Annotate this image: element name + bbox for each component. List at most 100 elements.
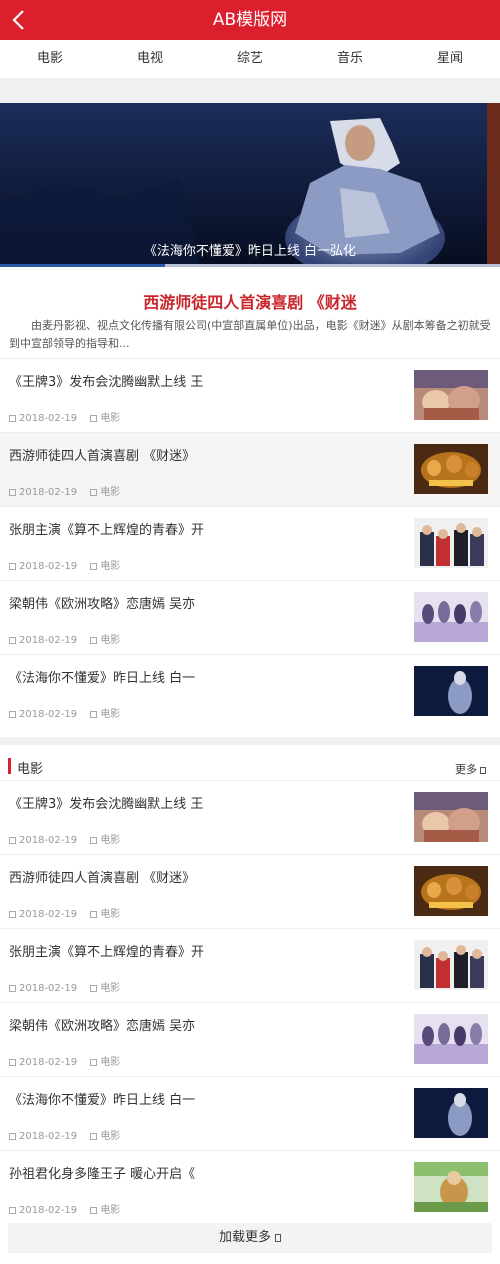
top-bar: AB模版网 bbox=[0, 0, 500, 40]
headline-description: 由麦丹影视、视点文化传播有限公司(中宣部直属单位)出品，电影《财迷》从剧本筹备之… bbox=[9, 319, 491, 350]
news-thumbnail bbox=[414, 792, 488, 842]
news-category: 电影 bbox=[100, 561, 121, 572]
news-title: 《法海你不懂爱》昨日上线 白一 bbox=[9, 1093, 196, 1108]
news-meta: 2018-02-19 电影 bbox=[9, 1053, 130, 1068]
news-meta: 2018-02-19 电影 bbox=[9, 905, 130, 920]
news-date: 2018-02-19 bbox=[19, 1205, 78, 1216]
news-meta: 2018-02-19 电影 bbox=[9, 1201, 130, 1216]
clock-icon bbox=[9, 837, 16, 844]
list-item[interactable]: 西游师徒四人首演喜剧 《财迷》 2018-02-19 电影 bbox=[0, 432, 500, 506]
news-title: 西游师徒四人首演喜剧 《财迷》 bbox=[9, 449, 196, 464]
clock-icon bbox=[9, 1059, 16, 1066]
news-category: 电影 bbox=[100, 983, 121, 994]
news-title: 《王牌3》发布会沈腾幽默上线 王 bbox=[9, 797, 204, 812]
arrow-right-icon bbox=[480, 767, 486, 774]
news-date: 2018-02-19 bbox=[19, 487, 78, 498]
headline-title[interactable]: 西游师徒四人首演喜剧 《财迷 bbox=[0, 289, 500, 313]
news-date: 2018-02-19 bbox=[19, 635, 78, 646]
news-title: 孙祖君化身多隆王子 暖心开启《 bbox=[9, 1167, 196, 1182]
nav-item-variety[interactable]: 综艺 bbox=[200, 40, 300, 78]
list-item[interactable]: 《法海你不懂爱》昨日上线 白一 2018-02-19 电影 bbox=[0, 654, 500, 728]
folder-icon bbox=[90, 1059, 98, 1066]
folder-icon bbox=[90, 1207, 98, 1214]
clock-icon bbox=[9, 711, 16, 718]
list-item[interactable]: 张朋主演《算不上辉煌的青春》开 2018-02-19 电影 bbox=[0, 506, 500, 580]
clock-icon bbox=[9, 489, 16, 496]
folder-icon bbox=[90, 637, 98, 644]
news-meta: 2018-02-19 电影 bbox=[9, 631, 130, 646]
folder-icon bbox=[90, 837, 98, 844]
list-item[interactable]: 《王牌3》发布会沈腾幽默上线 王 2018-02-19 电影 bbox=[0, 780, 500, 854]
news-date: 2018-02-19 bbox=[19, 909, 78, 920]
headline-section: 西游师徒四人首演喜剧 《财迷 由麦丹影视、视点文化传播有限公司(中宣部直属单位)… bbox=[0, 267, 500, 737]
banner-slider[interactable]: 《法海你不懂爱》昨日上线 白一弘化 bbox=[0, 103, 500, 267]
news-category: 电影 bbox=[100, 709, 121, 720]
clock-icon bbox=[9, 1207, 16, 1214]
folder-icon bbox=[90, 563, 98, 570]
list-item[interactable]: 张朋主演《算不上辉煌的青春》开 2018-02-19 电影 bbox=[0, 928, 500, 1002]
banner-caption: 《法海你不懂爱》昨日上线 白一弘化 bbox=[143, 244, 357, 259]
news-date: 2018-02-19 bbox=[19, 1131, 78, 1142]
nav-item-movie[interactable]: 电影 bbox=[0, 40, 100, 78]
clock-icon bbox=[9, 637, 16, 644]
more-link[interactable]: 更多 bbox=[455, 761, 486, 777]
news-category: 电影 bbox=[100, 487, 121, 498]
news-meta: 2018-02-19 电影 bbox=[9, 409, 130, 424]
load-more-button[interactable]: 加载更多 bbox=[8, 1223, 492, 1253]
movie-section: 电影 更多 《王牌3》发布会沈腾幽默上线 王 2018-02-19 电影 西游师… bbox=[0, 745, 500, 1264]
nav-item-music[interactable]: 音乐 bbox=[300, 40, 400, 78]
news-thumbnail bbox=[414, 1014, 488, 1064]
nav-item-star-news[interactable]: 星闻 bbox=[400, 40, 500, 78]
news-title: 张朋主演《算不上辉煌的青春》开 bbox=[9, 523, 205, 538]
news-title: 梁朝伟《欧洲攻略》恋唐嫣 吴亦 bbox=[9, 597, 196, 612]
folder-icon bbox=[90, 711, 98, 718]
news-category: 电影 bbox=[100, 1057, 121, 1068]
list-item[interactable]: 《王牌3》发布会沈腾幽默上线 王 2018-02-19 电影 bbox=[0, 358, 500, 432]
news-category: 电影 bbox=[100, 413, 121, 424]
news-category: 电影 bbox=[100, 1205, 121, 1216]
load-more-label: 加载更多 bbox=[218, 1230, 271, 1245]
news-date: 2018-02-19 bbox=[19, 709, 78, 720]
section-header: 电影 更多 bbox=[8, 753, 492, 781]
news-thumbnail bbox=[414, 592, 488, 642]
clock-icon bbox=[9, 563, 16, 570]
folder-icon bbox=[90, 911, 98, 918]
news-date: 2018-02-19 bbox=[19, 1057, 78, 1068]
news-thumbnail bbox=[414, 940, 488, 990]
clock-icon bbox=[9, 911, 16, 918]
list-item[interactable]: 孙祖君化身多隆王子 暖心开启《 2018-02-19 电影 bbox=[0, 1150, 500, 1224]
folder-icon bbox=[90, 1133, 98, 1140]
news-category: 电影 bbox=[100, 835, 121, 846]
more-label: 更多 bbox=[455, 763, 477, 776]
news-thumbnail bbox=[414, 1088, 488, 1138]
news-date: 2018-02-19 bbox=[19, 561, 78, 572]
news-category: 电影 bbox=[100, 909, 121, 920]
news-meta: 2018-02-19 电影 bbox=[9, 1127, 130, 1142]
news-thumbnail bbox=[414, 866, 488, 916]
news-thumbnail bbox=[414, 518, 488, 568]
section-accent-bar bbox=[8, 758, 11, 774]
news-thumbnail bbox=[414, 444, 488, 494]
news-meta: 2018-02-19 电影 bbox=[9, 831, 130, 846]
news-list: 《王牌3》发布会沈腾幽默上线 王 2018-02-19 电影 西游师徒四人首演喜… bbox=[0, 358, 500, 728]
news-category: 电影 bbox=[100, 1131, 121, 1142]
news-title: 梁朝伟《欧洲攻略》恋唐嫣 吴亦 bbox=[9, 1019, 196, 1034]
list-item[interactable]: 《法海你不懂爱》昨日上线 白一 2018-02-19 电影 bbox=[0, 1076, 500, 1150]
news-thumbnail bbox=[414, 370, 488, 420]
list-item[interactable]: 梁朝伟《欧洲攻略》恋唐嫣 吴亦 2018-02-19 电影 bbox=[0, 580, 500, 654]
news-category: 电影 bbox=[100, 635, 121, 646]
folder-icon bbox=[90, 985, 98, 992]
list-item[interactable]: 西游师徒四人首演喜剧 《财迷》 2018-02-19 电影 bbox=[0, 854, 500, 928]
site-title: AB模版网 bbox=[212, 10, 288, 30]
news-date: 2018-02-19 bbox=[19, 835, 78, 846]
section-title: 电影 bbox=[17, 762, 44, 777]
news-thumbnail bbox=[414, 1162, 488, 1212]
news-meta: 2018-02-19 电影 bbox=[9, 705, 130, 720]
news-date: 2018-02-19 bbox=[19, 413, 78, 424]
news-meta: 2018-02-19 电影 bbox=[9, 979, 130, 994]
news-title: 西游师徒四人首演喜剧 《财迷》 bbox=[9, 871, 196, 886]
nav-item-tv[interactable]: 电视 bbox=[100, 40, 200, 78]
movie-list: 《王牌3》发布会沈腾幽默上线 王 2018-02-19 电影 西游师徒四人首演喜… bbox=[0, 780, 500, 1224]
arrow-down-icon bbox=[275, 1234, 281, 1242]
list-item[interactable]: 梁朝伟《欧洲攻略》恋唐嫣 吴亦 2018-02-19 电影 bbox=[0, 1002, 500, 1076]
